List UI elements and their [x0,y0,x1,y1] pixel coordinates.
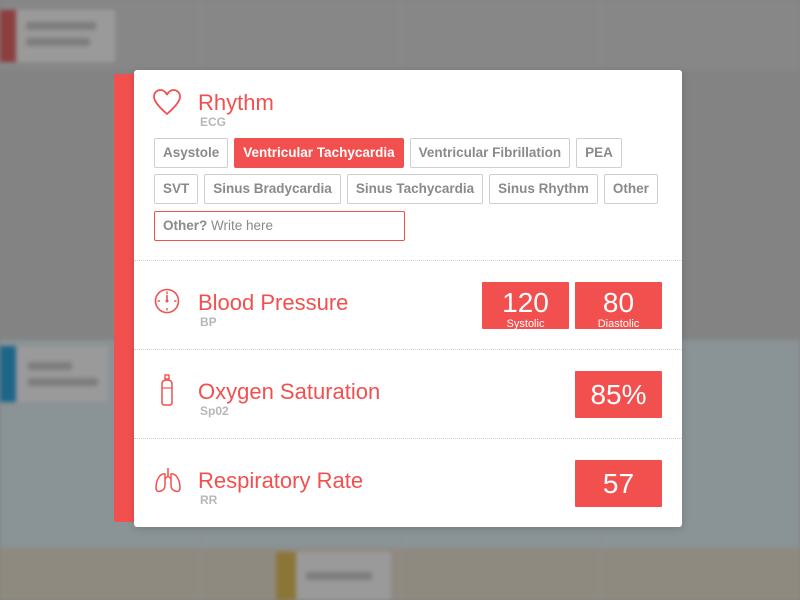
oxygen-saturation-subtitle: Sp02 [200,404,229,418]
rhythm-option-sinus-rhythm[interactable]: Sinus Rhythm [489,174,598,204]
rhythm-option-asystole[interactable]: Asystole [154,138,229,168]
background-text [28,378,98,386]
gauge-icon [154,288,180,314]
systolic-value: 120 [502,287,549,318]
oxygen-saturation-value: 85% [590,379,647,410]
background-card-strip [0,346,16,402]
blood-pressure-subtitle: BP [200,315,217,329]
rhythm-option-pea[interactable]: PEA [576,138,622,168]
background-card [0,346,108,402]
rhythm-options-row-2: SVT Sinus Bradycardia Sinus Tachycardia … [154,174,658,204]
diastolic-value-box[interactable]: 80 Diastolic [575,282,662,330]
other-rhythm-input[interactable]: Other? Write here [154,211,405,241]
rhythm-option-svt[interactable]: SVT [154,174,199,204]
rhythm-title: Rhythm [198,90,274,115]
diastolic-caption: Diastolic [597,318,640,330]
background-text [28,362,72,370]
background-card-strip [0,10,16,62]
oxygen-saturation-section: Oxygen Saturation Sp02 85% [134,350,682,439]
systolic-caption: Systolic [506,318,545,330]
blood-pressure-section: Blood Pressure BP 120 Systolic 80 Diasto… [134,261,682,350]
background-card-strip [276,552,296,600]
rhythm-option-sinus-bradycardia[interactable]: Sinus Bradycardia [204,174,341,204]
background-text [306,572,372,580]
respiratory-rate-section: Respiratory Rate RR 57 [134,439,682,527]
rhythm-option-ventricular-tachycardia[interactable]: Ventricular Tachycardia [234,138,404,168]
background-text [26,38,90,46]
systolic-value-box[interactable]: 120 Systolic [482,282,569,330]
heart-icon [153,89,181,115]
respiratory-rate-value: 57 [602,468,635,499]
lungs-icon [155,468,181,493]
vitals-modal: Rhythm ECG Asystole Ventricular Tachycar… [134,70,682,527]
background-text [26,22,96,30]
oxygen-saturation-value-box[interactable]: 85% [575,371,662,418]
other-rhythm-placeholder: Write here [211,218,274,233]
background-card [0,10,115,62]
rhythm-option-sinus-tachycardia[interactable]: Sinus Tachycardia [346,174,484,204]
oxygen-tank-icon [161,374,173,406]
rhythm-option-ventricular-fibrillation[interactable]: Ventricular Fibrillation [409,138,571,168]
rhythm-section: Rhythm ECG Asystole Ventricular Tachycar… [134,70,682,261]
diastolic-value: 80 [602,287,635,318]
respiratory-rate-title: Respiratory Rate [198,468,364,493]
rhythm-option-other[interactable]: Other [603,174,658,204]
respiratory-rate-value-box[interactable]: 57 [575,460,662,507]
rhythm-options-row-1: Asystole Ventricular Tachycardia Ventric… [154,138,622,168]
rhythm-subtitle: ECG [200,115,227,129]
blood-pressure-title: Blood Pressure [198,290,349,315]
oxygen-saturation-title: Oxygen Saturation [198,379,381,404]
other-rhythm-label: Other? [163,218,208,233]
respiratory-rate-subtitle: RR [200,493,218,507]
